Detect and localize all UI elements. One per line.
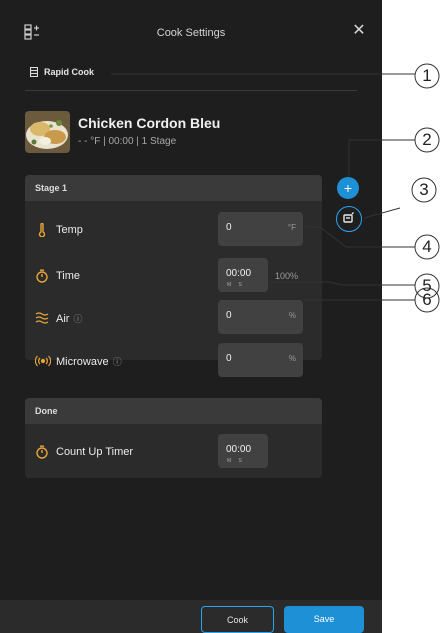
info-icon[interactable]: ⓘ <box>113 355 122 368</box>
callout-6: 6 <box>422 290 432 309</box>
add-stage-button[interactable]: + <box>337 177 359 199</box>
recipe-summary: - - °F | 00:00 | 1 Stage <box>78 136 177 147</box>
save-button[interactable]: Save <box>284 606 364 633</box>
timer-icon <box>35 269 49 283</box>
air-value: 0 <box>226 310 232 321</box>
time-percent: 100% <box>275 271 299 281</box>
air-label: Air ⓘ <box>56 312 83 325</box>
note-edit-icon <box>337 212 360 234</box>
time-row: Time 00:00 M S 100% <box>25 258 322 294</box>
count-up-row: Count Up Timer 00:00 M S <box>25 434 322 470</box>
callout-1: 1 <box>422 66 432 85</box>
top-bar: Cook Settings ✕ <box>0 0 382 62</box>
divider <box>25 90 357 91</box>
cook-mode-label: Rapid Cook <box>44 67 95 77</box>
count-up-label: Count Up Timer <box>56 446 134 458</box>
microwave-unit: % <box>288 354 296 363</box>
callout-3: 3 <box>419 180 429 199</box>
air-row: Air ⓘ 0 % <box>25 300 322 336</box>
air-input[interactable]: 0 % <box>218 300 303 334</box>
info-icon[interactable]: ⓘ <box>73 312 82 325</box>
done-panel: Done Count Up Timer 00:00 M S <box>25 398 322 478</box>
temp-input[interactable]: 0 °F <box>218 212 303 246</box>
page-title: Cook Settings <box>156 27 226 39</box>
count-up-value: 00:00 <box>226 444 252 455</box>
recipe-name: Chicken Cordon Bleu <box>78 115 221 131</box>
microwave-input[interactable]: 0 % <box>218 343 303 377</box>
time-value: 00:00 <box>226 268 252 279</box>
microwave-label: Microwave ⓘ <box>56 355 122 368</box>
microwave-value: 0 <box>226 353 232 364</box>
air-unit: % <box>288 311 296 320</box>
recipe-thumbnail <box>25 111 70 153</box>
callout-4: 4 <box>422 237 432 256</box>
cook-settings-screen: Cook Settings ✕ Rapid Cook Chicken Cordo… <box>0 0 382 633</box>
callout-2: 2 <box>422 130 432 149</box>
temp-label: Temp <box>56 224 83 236</box>
stage-panel: Stage 1 Temp 0 °F Time 00:00 M S 100% Ai… <box>25 175 322 377</box>
stage-header: Stage 1 <box>25 175 322 201</box>
count-up-input[interactable]: 00:00 M S <box>218 434 268 468</box>
time-label: Time <box>56 270 81 282</box>
time-input[interactable]: 00:00 M S <box>218 258 268 292</box>
air-waves-icon <box>35 311 49 325</box>
temp-value: 0 <box>226 222 232 233</box>
note-edit-button[interactable] <box>336 206 362 232</box>
close-icon[interactable]: ✕ <box>350 22 368 40</box>
thermometer-icon <box>35 222 49 238</box>
temp-unit: °F <box>287 223 296 232</box>
oven-icon <box>29 66 39 78</box>
time-units: M S <box>227 282 245 288</box>
count-up-units: M S <box>227 458 245 464</box>
timer-icon <box>35 445 49 459</box>
cook-mode: Rapid Cook <box>29 66 95 78</box>
cook-button[interactable]: Cook <box>201 606 274 633</box>
done-header: Done <box>25 398 322 424</box>
microwave-row: Microwave ⓘ 0 % <box>25 343 322 379</box>
microwave-icon <box>34 354 52 368</box>
temp-row: Temp 0 °F <box>25 212 322 248</box>
